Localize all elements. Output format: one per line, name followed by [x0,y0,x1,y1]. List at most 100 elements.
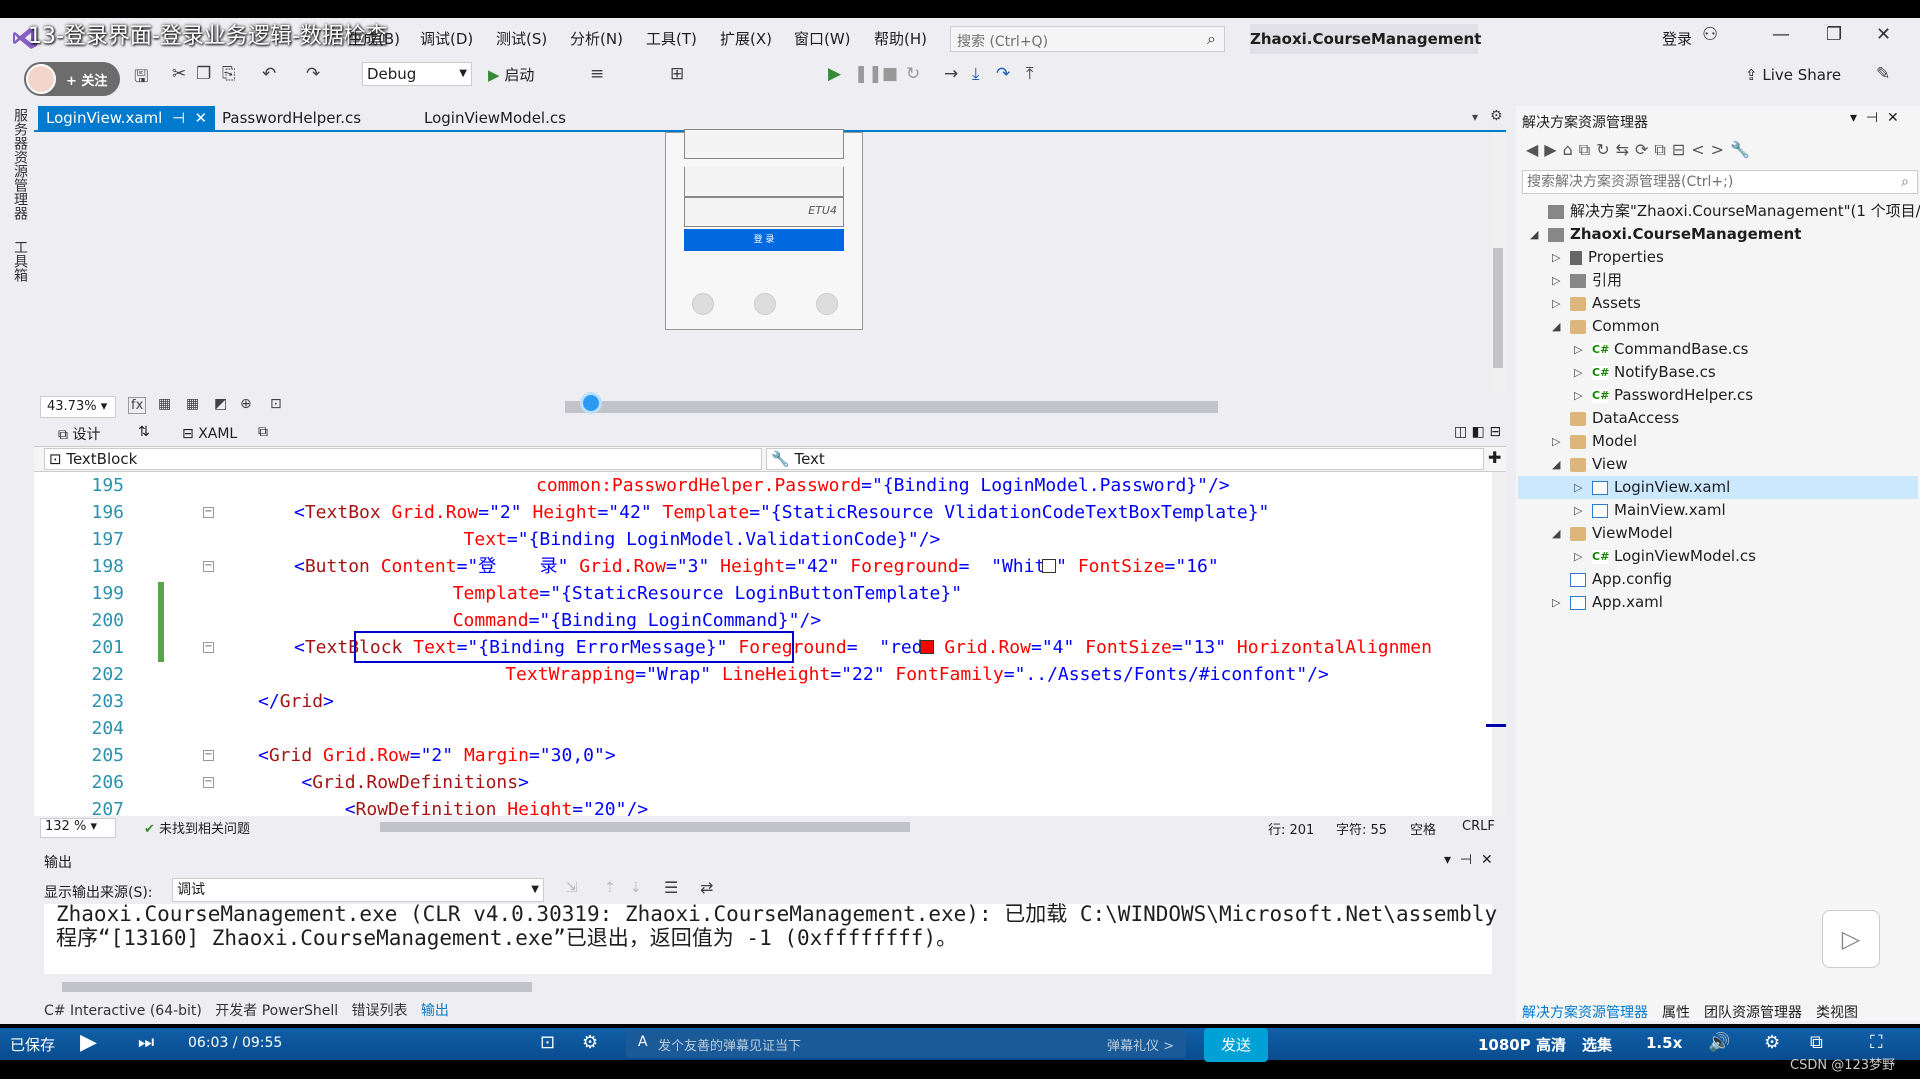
code-line[interactable]: 199 Template="{StaticResource LoginButto… [34,580,1504,607]
tab-loginviewmodel[interactable]: LoginViewModel.cs [416,106,574,130]
artboard-icon[interactable]: ◩ [214,396,227,412]
quality-select[interactable]: 1080P 高清 [1478,1034,1566,1055]
tab-settings-icon[interactable]: ⚙ [1490,108,1503,124]
expanded-arrow-icon[interactable]: ◢ [1552,320,1560,333]
code-line[interactable]: 203 </Grid> [34,688,1504,715]
designer-scroll-thumb[interactable] [1493,248,1503,368]
fold-toggle-icon[interactable]: − [203,750,214,761]
redo-icon[interactable]: ↷ [306,64,320,84]
floating-play-icon[interactable]: ▷ [1822,910,1880,968]
tree-item[interactable]: App.xaml [1570,591,1663,614]
collapsed-arrow-icon[interactable]: ▷ [1574,366,1582,379]
live-share-button[interactable]: ⇪ Live Share [1745,66,1841,84]
output-text-area[interactable]: Zhaoxi.CourseManagement.exe (CLR v4.0.30… [44,902,1497,974]
tree-item[interactable]: MainView.xaml [1592,499,1726,522]
speed-select[interactable]: 1.5x [1646,1034,1682,1052]
menu-test[interactable]: 测试(S) [496,28,547,49]
follow-button[interactable]: + 关注 [66,70,107,89]
add-icon[interactable]: ✚ [1488,448,1501,467]
fold-toggle-icon[interactable]: − [203,507,214,518]
menu-help[interactable]: 帮助(H) [874,28,927,49]
tree-item[interactable]: 解决方案"Zhaoxi.CourseManagement"(1 个项目/共 [1548,200,1920,223]
element-select[interactable]: ⊡ TextBlock [44,448,762,470]
step-icon[interactable]: → [944,64,958,84]
close-window-icon[interactable]: ✕ [1876,24,1891,45]
save-all-icon[interactable]: 🖫 [134,64,148,93]
swap-panes-icon[interactable]: ⇅ [138,424,150,440]
issues-indicator[interactable]: ✔ 未找到相关问题 [144,818,250,837]
settings-icon[interactable]: ⚙ [1764,1032,1780,1053]
tree-item[interactable]: App.config [1570,568,1672,591]
menu-window[interactable]: 窗口(W) [794,28,851,49]
collapsed-arrow-icon[interactable]: ▷ [1552,274,1560,287]
tab-overflow-icon[interactable]: ▾ [1472,110,1478,124]
member-select[interactable]: 🔧 Text [766,448,1484,470]
code-line[interactable]: 204 [34,715,1504,742]
preview-password-field[interactable] [684,129,844,159]
designer-horizontal-scrollbar[interactable] [565,401,1218,413]
menu-tools[interactable]: 工具(T) [646,28,697,49]
code-line[interactable]: 206 <Grid.RowDefinitions> [34,769,1504,796]
send-danmaku-button[interactable]: 发送 [1204,1028,1268,1062]
find-message-icon[interactable]: ⇲ [566,880,578,896]
tab-passwordhelper[interactable]: PasswordHelper.cs [214,106,369,130]
editor-zoom-select[interactable]: 132 % ▾ [40,818,116,838]
formula-icon[interactable]: fx [128,397,147,414]
code-line[interactable]: 198 <Button Content="登 录" Grid.Row="3" He… [34,553,1504,580]
collapsed-arrow-icon[interactable]: ▷ [1574,504,1582,517]
design-tab[interactable]: ⧉ 设计 [58,424,100,444]
expanded-arrow-icon[interactable]: ◢ [1552,458,1560,471]
code-line[interactable]: 197 Text="{Binding LoginModel.Validation… [34,526,1504,553]
word-wrap-icon[interactable]: ⇄ [700,878,713,897]
paste-icon[interactable]: ⎘ [222,64,236,84]
tab-csharp-interactive[interactable]: C# Interactive (64-bit) [44,1003,202,1019]
collapsed-arrow-icon[interactable]: ▷ [1552,596,1560,609]
tree-item[interactable]: Common [1570,315,1660,338]
code-line[interactable]: 196 <TextBox Grid.Row="2" Height="42" Tem… [34,499,1504,526]
menu-debug[interactable]: 调试(D) [420,28,473,49]
tree-item[interactable]: Assets [1570,292,1641,315]
tab-output[interactable]: 输出 [421,1003,449,1019]
popout-icon[interactable]: ⧉ [258,424,268,440]
bookmark-icon[interactable]: ⊞ [670,64,684,84]
comment-icon[interactable]: ≡ [590,64,604,84]
step-out-icon[interactable]: ⤒ [1026,64,1034,84]
tree-item[interactable]: View [1570,453,1628,476]
menu-build[interactable]: 生成(B) [348,28,400,49]
fold-toggle-icon[interactable]: − [203,561,214,572]
expanded-arrow-icon[interactable]: ◢ [1530,228,1538,241]
next-icon[interactable]: ⏭ [138,1032,154,1053]
tree-item[interactable]: Properties [1570,246,1664,269]
output-horizontal-scrollbar[interactable] [62,982,532,992]
code-line[interactable]: 207 <RowDefinition Height="20"/> [34,796,1504,816]
run-icon[interactable]: ▶ [828,64,841,84]
step-over-icon[interactable]: ↷ [996,64,1010,84]
tab-loginview[interactable]: LoginView.xaml ⊣ ✕ [38,106,216,130]
login-link[interactable]: 登录 [1662,28,1692,49]
tab-developer-powershell[interactable]: 开发者 PowerShell [215,1003,338,1019]
user-add-icon[interactable]: ⚇ [1702,24,1718,45]
minimize-icon[interactable]: — [1772,24,1790,45]
output-panel-controls[interactable]: ▾ ⊣ ✕ [1444,852,1493,868]
tree-item[interactable]: C# PasswordHelper.cs [1592,384,1753,407]
fold-toggle-icon[interactable]: − [203,642,214,653]
code-line[interactable]: 200 Command="{Binding LoginCommand}"/> [34,607,1504,634]
start-button[interactable]: ▶ 启动 [488,64,534,85]
server-explorer-tab[interactable]: 服务器资源管理器 [10,108,30,220]
tab-team-explorer[interactable]: 团队资源管理器 [1704,1005,1802,1021]
tab-error-list[interactable]: 错误列表 [352,1003,408,1019]
volume-icon[interactable]: 🔊 [1708,1032,1730,1053]
tab-properties[interactable]: 属性 [1662,1005,1690,1021]
tab-class-view[interactable]: 类视图 [1816,1005,1858,1021]
step-into-icon[interactable]: ⤓ [972,64,980,84]
preview-code-field[interactable]: ETU4 [684,197,844,227]
clear-all-icon[interactable]: ☰ [664,878,678,897]
avatar[interactable] [26,64,56,94]
code-line[interactable]: 202 TextWrapping="Wrap" LineHeight="22" … [34,661,1504,688]
feedback-icon[interactable]: ✎ [1876,64,1890,84]
collapsed-arrow-icon[interactable]: ▷ [1552,251,1560,264]
tree-item[interactable]: ViewModel [1570,522,1673,545]
picture-in-picture-icon[interactable]: ⧉ [1810,1032,1823,1053]
pause-icon[interactable]: ❚❚ [854,64,883,84]
designer-preview[interactable]: ETU4 登 录 [665,129,863,330]
